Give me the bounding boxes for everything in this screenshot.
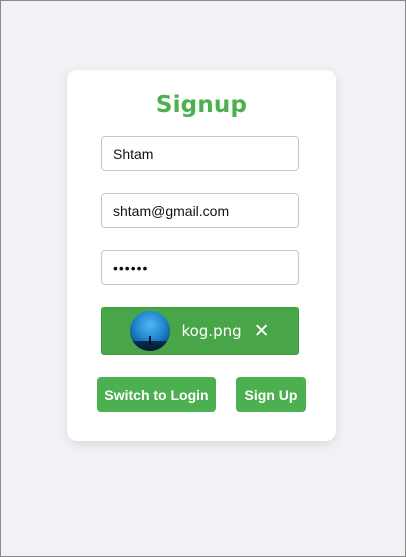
sign-up-button[interactable]: Sign Up	[236, 377, 306, 412]
signup-card: Signup kog.png ✕ Switch to Login Sign Up	[67, 70, 336, 441]
name-input[interactable]	[101, 136, 299, 171]
password-input[interactable]	[101, 250, 299, 285]
image-thumbnail-icon	[130, 311, 171, 351]
file-upload-area[interactable]: kog.png ✕	[101, 307, 299, 355]
page-title: Signup	[155, 92, 248, 118]
email-input[interactable]	[101, 193, 299, 228]
close-icon[interactable]: ✕	[254, 321, 270, 341]
switch-to-login-button[interactable]: Switch to Login	[97, 377, 216, 412]
file-name: kog.png	[181, 322, 242, 340]
